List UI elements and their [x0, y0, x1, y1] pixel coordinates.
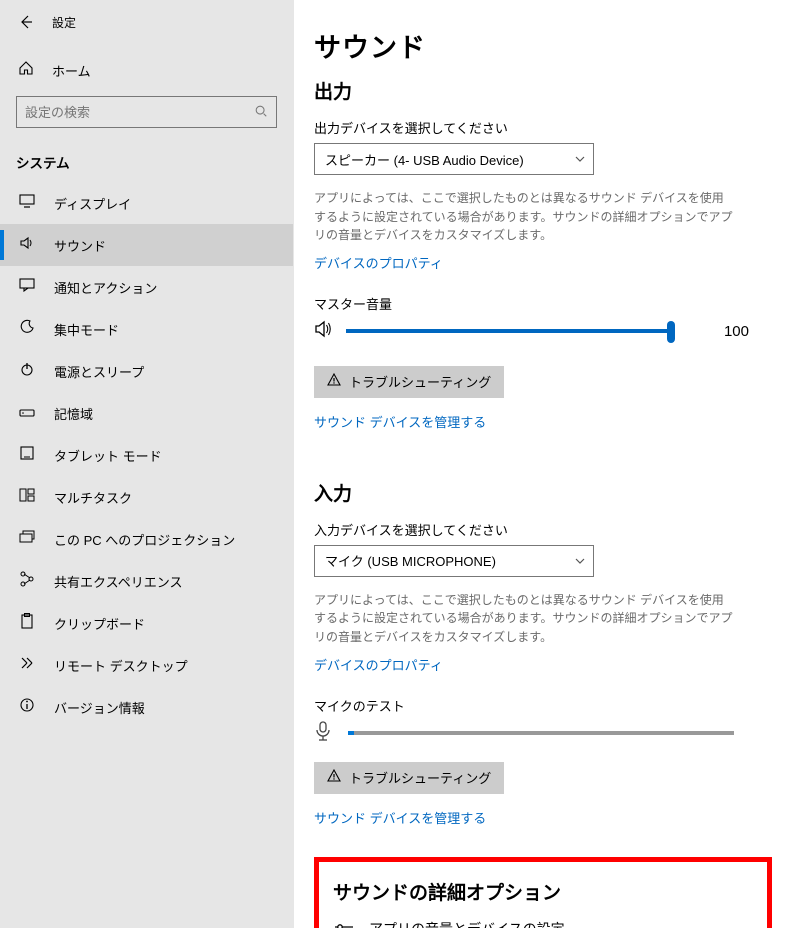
sidebar-item-shared[interactable]: 共有エクスペリエンス — [0, 560, 293, 602]
multitask-icon — [18, 488, 36, 506]
shared-icon — [18, 571, 36, 591]
output-description: アプリによっては、ここで選択したものとは異なるサウンド デバイスを使用するように… — [314, 189, 734, 245]
master-volume-slider[interactable] — [346, 329, 671, 333]
sidebar-item-power[interactable]: 電源とスリープ — [0, 350, 293, 392]
sidebar-item-about[interactable]: バージョン情報 — [0, 686, 293, 728]
input-heading: 入力 — [314, 479, 772, 506]
input-description: アプリによっては、ここで選択したものとは異なるサウンド デバイスを使用するように… — [314, 591, 734, 647]
sidebar-item-display[interactable]: ディスプレイ — [0, 182, 293, 224]
clipboard-icon — [18, 613, 36, 633]
app-volume-item[interactable]: アプリの音量とデバイスの設定 アプリの音量と、アプリで使用するスピーカーやデバイ… — [333, 919, 753, 928]
chevron-down-icon — [575, 555, 585, 567]
output-heading: 出力 — [314, 77, 772, 104]
advanced-heading: サウンドの詳細オプション — [333, 878, 753, 905]
titlebar: 設定 — [0, 0, 293, 44]
output-device-label: 出力デバイスを選択してください — [314, 118, 772, 137]
output-device-value: スピーカー (4- USB Audio Device) — [325, 150, 524, 169]
page-title: サウンド — [314, 26, 772, 65]
speaker-icon — [314, 319, 334, 344]
power-icon — [18, 361, 36, 381]
sidebar-home[interactable]: ホーム — [0, 52, 293, 88]
input-device-label: 入力デバイスを選択してください — [314, 520, 772, 539]
sidebar: 設定 ホーム システム ディスプレイ サウンド 通知とアクション 集中モード 電… — [0, 0, 294, 928]
sound-icon — [18, 235, 36, 255]
output-device-properties-link[interactable]: デバイスのプロパティ — [314, 253, 443, 272]
output-device-combo[interactable]: スピーカー (4- USB Audio Device) — [314, 143, 594, 175]
tablet-icon — [18, 446, 36, 464]
sidebar-item-notifications[interactable]: 通知とアクション — [0, 266, 293, 308]
projection-icon — [18, 530, 36, 548]
sidebar-item-sound[interactable]: サウンド — [0, 224, 293, 266]
troubleshoot-label: トラブルシューティング — [349, 768, 491, 787]
advanced-sound-highlight: サウンドの詳細オプション アプリの音量とデバイスの設定 アプリの音量と、アプリで… — [314, 857, 772, 928]
slider-thumb[interactable] — [667, 321, 675, 343]
warning-icon — [327, 769, 341, 786]
category-label: システム — [0, 128, 293, 182]
input-device-properties-link[interactable]: デバイスのプロパティ — [314, 655, 443, 674]
mic-test-label: マイクのテスト — [314, 696, 772, 715]
input-device-combo[interactable]: マイク (USB MICROPHONE) — [314, 545, 594, 577]
warning-icon — [327, 373, 341, 390]
manage-input-devices-link[interactable]: サウンド デバイスを管理する — [314, 808, 486, 827]
sidebar-item-storage[interactable]: 記憶域 — [0, 392, 293, 434]
notification-icon — [18, 278, 36, 296]
input-device-value: マイク (USB MICROPHONE) — [325, 551, 496, 570]
chevron-down-icon — [575, 153, 585, 165]
storage-icon — [18, 405, 36, 422]
sidebar-item-focus[interactable]: 集中モード — [0, 308, 293, 350]
troubleshoot-label: トラブルシューティング — [349, 372, 491, 391]
output-troubleshoot-button[interactable]: トラブルシューティング — [314, 366, 504, 398]
master-volume-label: マスター音量 — [314, 294, 772, 313]
main-content: サウンド 出力 出力デバイスを選択してください スピーカー (4- USB Au… — [294, 0, 800, 928]
info-icon — [18, 697, 36, 717]
sidebar-item-remote[interactable]: リモート デスクトップ — [0, 644, 293, 686]
home-icon — [18, 60, 34, 80]
mic-level-bar — [348, 731, 734, 735]
remote-icon — [18, 655, 36, 675]
back-button[interactable] — [10, 6, 42, 38]
search-icon — [254, 104, 268, 121]
master-volume-value: 100 — [701, 323, 749, 340]
search-field[interactable] — [25, 105, 254, 120]
sidebar-item-tablet[interactable]: タブレット モード — [0, 434, 293, 476]
app-volume-title: アプリの音量とデバイスの設定 — [369, 919, 753, 928]
home-label: ホーム — [52, 61, 91, 80]
display-icon — [18, 194, 36, 212]
window-title: 設定 — [52, 14, 76, 31]
search-input[interactable] — [16, 96, 277, 128]
manage-output-devices-link[interactable]: サウンド デバイスを管理する — [314, 412, 486, 431]
sidebar-item-clipboard[interactable]: クリップボード — [0, 602, 293, 644]
sidebar-item-projection[interactable]: この PC へのプロジェクション — [0, 518, 293, 560]
mic-icon — [314, 721, 334, 746]
app-volume-icon — [333, 919, 355, 928]
sidebar-item-multitask[interactable]: マルチタスク — [0, 476, 293, 518]
focus-icon — [18, 319, 36, 339]
input-troubleshoot-button[interactable]: トラブルシューティング — [314, 762, 504, 794]
